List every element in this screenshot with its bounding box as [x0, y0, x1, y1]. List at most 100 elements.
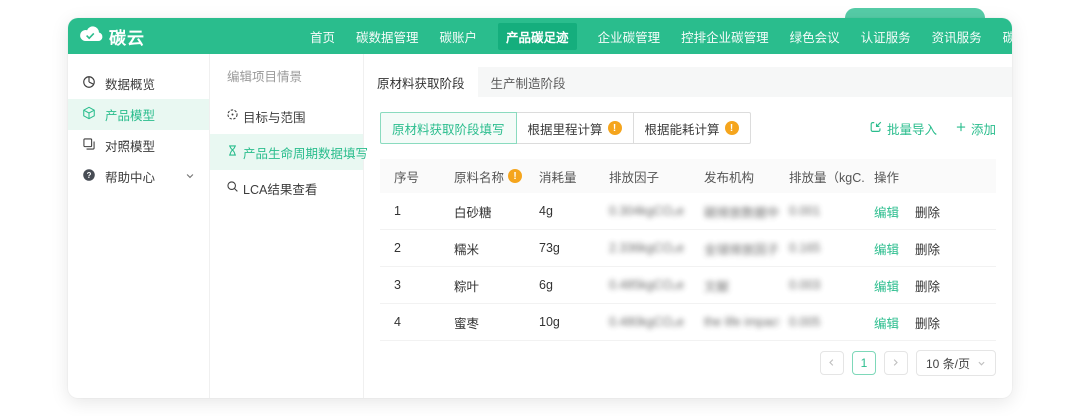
svg-text:?: ? [87, 171, 92, 180]
button-label: 根据里程计算 [528, 119, 603, 138]
table-row: 2 糯米 73g 2.336kgCO₂e 全球排放因子库 0.165 编辑 删除 [380, 230, 996, 267]
main-content: 原材料获取阶段 生产制造阶段 原材料获取阶段填写 根据里程计算 ! 根据能耗计算… [364, 54, 1012, 398]
next-page-button[interactable] [884, 351, 908, 375]
calc-mode-button-group: 原材料获取阶段填写 根据里程计算 ! 根据能耗计算 ! [380, 112, 751, 144]
button-label: 根据能耗计算 [645, 119, 720, 138]
header-consumption: 消耗量 [529, 167, 599, 186]
sidebar-item-help-center[interactable]: ? 帮助中心 [68, 161, 209, 192]
batch-import-label: 批量导入 [887, 119, 937, 138]
table-row: 4 蜜枣 10g 0.480kgCO₂e the life impact 0.0… [380, 304, 996, 341]
menu-item-lifecycle-data[interactable]: 产品生命周期数据填写 [210, 134, 363, 170]
magnifier-icon [226, 180, 239, 196]
cell-emission-factor-blurred: 2.336kgCO₂e [599, 241, 694, 255]
cell-emission-amount-blurred: 0.003 [779, 278, 864, 292]
toolbar-actions: 批量导入 添加 [869, 119, 996, 138]
header-emission-factor: 排放因子 [599, 167, 694, 186]
cell-operations: 编辑 删除 [864, 239, 996, 258]
menu-item-label: 产品生命周期数据填写 [243, 143, 368, 162]
tab-production-stage[interactable]: 生产制造阶段 [478, 67, 579, 97]
edit-link[interactable]: 编辑 [874, 276, 899, 295]
menu-item-goal-scope[interactable]: 目标与范围 [210, 98, 363, 134]
delete-link[interactable]: 删除 [915, 276, 940, 295]
cloud-logo-icon [78, 25, 104, 48]
sidebar-item-product-model[interactable]: 产品模型 [68, 99, 209, 130]
cell-index: 3 [380, 278, 444, 292]
cell-publisher-blurred: the life impact [694, 315, 779, 329]
nav-item-carbon-neutral[interactable]: 碳中和 [1003, 27, 1012, 46]
delete-link[interactable]: 删除 [915, 239, 940, 258]
nav-item-product-footprint[interactable]: 产品碳足迹 [498, 23, 577, 50]
table-row: 3 粽叶 6g 0.485kgCO₂e 文献 0.003 编辑 删除 [380, 267, 996, 304]
chevron-right-icon [891, 354, 900, 372]
nav-item-controlled-enterprise[interactable]: 控排企业碳管理 [681, 27, 769, 46]
header-operations: 操作 [864, 167, 996, 186]
prev-page-button[interactable] [820, 351, 844, 375]
nav-item-green-meeting[interactable]: 绿色会议 [790, 27, 840, 46]
add-label: 添加 [971, 119, 996, 138]
toolbar: 原材料获取阶段填写 根据里程计算 ! 根据能耗计算 ! 批量导入 [380, 112, 996, 144]
brand-logo[interactable]: 碳云 [78, 24, 310, 49]
copy-icon [82, 137, 96, 154]
cell-index: 1 [380, 204, 444, 218]
header-material-name: 原料名称 ! [444, 167, 529, 186]
delete-link[interactable]: 删除 [915, 313, 940, 332]
cell-operations: 编辑 删除 [864, 276, 996, 295]
menu-item-lca-result[interactable]: LCA结果查看 [210, 170, 363, 206]
nav-item-news-service[interactable]: 资讯服务 [932, 27, 982, 46]
page-size-select[interactable]: 10 条/页 [916, 350, 996, 376]
cell-index: 4 [380, 315, 444, 329]
top-navbar: 碳云 首页 碳数据管理 碳账户 产品碳足迹 企业碳管理 控排企业碳管理 绿色会议… [68, 18, 1012, 54]
cell-publisher-blurred: 文献 [694, 276, 779, 295]
app-window: 碳云 首页 碳数据管理 碳账户 产品碳足迹 企业碳管理 控排企业碳管理 绿色会议… [68, 18, 1012, 398]
batch-import-button[interactable]: 批量导入 [869, 119, 937, 138]
cell-material-name: 粽叶 [444, 276, 529, 295]
main-sidebar: 数据概览 产品模型 对照模型 ? 帮助中心 [68, 54, 210, 398]
pagination: 1 10 条/页 [380, 350, 996, 376]
nav-item-home[interactable]: 首页 [310, 27, 335, 46]
energy-calc-button[interactable]: 根据能耗计算 ! [633, 112, 751, 144]
mileage-calc-button[interactable]: 根据里程计算 ! [516, 112, 634, 144]
target-icon [226, 108, 239, 124]
chevron-down-icon [977, 359, 986, 368]
menu-item-label: LCA结果查看 [243, 179, 317, 198]
cell-emission-amount-blurred: 0.005 [779, 315, 864, 329]
sidebar-item-compare-model[interactable]: 对照模型 [68, 130, 209, 161]
warning-icon: ! [508, 169, 522, 183]
sidebar-item-label: 帮助中心 [105, 167, 155, 186]
sidebar-item-label: 产品模型 [105, 105, 155, 124]
edit-link[interactable]: 编辑 [874, 202, 899, 221]
cell-emission-factor-blurred: 0.485kgCO₂e [599, 278, 694, 292]
table-row: 1 白砂糖 4g 0.304kgCO₂e 碳排放数据中心 0.001 编辑 删除 [380, 193, 996, 230]
cell-operations: 编辑 删除 [864, 313, 996, 332]
nav-item-carbon-data[interactable]: 碳数据管理 [356, 27, 419, 46]
sidebar-item-data-overview[interactable]: 数据概览 [68, 68, 209, 99]
stage-tabs: 原材料获取阶段 生产制造阶段 [364, 67, 1012, 97]
cell-consumption: 6g [529, 278, 599, 292]
cell-material-name: 白砂糖 [444, 202, 529, 221]
import-icon [869, 120, 883, 137]
header-emission-amount: 排放量（kgC... [779, 167, 864, 186]
warning-icon: ! [725, 121, 739, 135]
chevron-left-icon [827, 354, 836, 372]
cell-emission-factor-blurred: 0.304kgCO₂e [599, 204, 694, 218]
nav-item-enterprise-carbon[interactable]: 企业碳管理 [598, 27, 661, 46]
nav-item-carbon-account[interactable]: 碳账户 [440, 27, 478, 46]
chevron-down-icon[interactable] [185, 170, 195, 184]
edit-link[interactable]: 编辑 [874, 239, 899, 258]
materials-table: 序号 原料名称 ! 消耗量 排放因子 发布机构 排放量（kgC... 操作 1 … [380, 159, 996, 341]
page-number-1[interactable]: 1 [852, 351, 876, 375]
lifecycle-icon [226, 144, 239, 160]
tab-raw-material-stage[interactable]: 原材料获取阶段 [364, 67, 478, 97]
add-button[interactable]: 添加 [955, 119, 996, 138]
cell-emission-amount-blurred: 0.165 [779, 241, 864, 255]
header-label: 原料名称 [454, 167, 504, 186]
cell-publisher-blurred: 碳排放数据中心 [694, 202, 779, 221]
table-header-row: 序号 原料名称 ! 消耗量 排放因子 发布机构 排放量（kgC... 操作 [380, 159, 996, 193]
app-body: 数据概览 产品模型 对照模型 ? 帮助中心 编辑项目情景 目标与范围 [68, 54, 1012, 398]
nav-menu: 首页 碳数据管理 碳账户 产品碳足迹 企业碳管理 控排企业碳管理 绿色会议 认证… [310, 23, 1012, 50]
edit-link[interactable]: 编辑 [874, 313, 899, 332]
raw-material-fill-button[interactable]: 原材料获取阶段填写 [380, 112, 517, 144]
delete-link[interactable]: 删除 [915, 202, 940, 221]
nav-item-certification[interactable]: 认证服务 [861, 27, 911, 46]
help-circle-icon: ? [82, 168, 96, 185]
